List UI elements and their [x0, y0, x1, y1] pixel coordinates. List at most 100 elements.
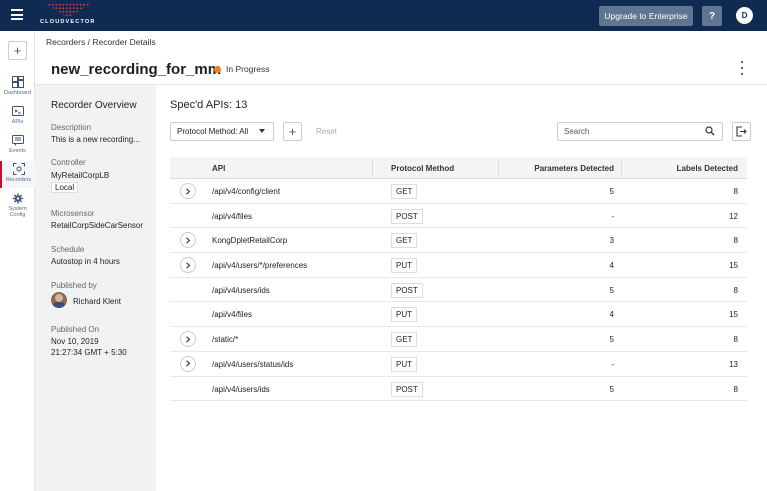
parameters-detected-cell: 5 — [609, 187, 614, 196]
api-path-cell[interactable]: /api/v4/users/ids — [212, 286, 270, 295]
chevron-right-icon — [186, 237, 191, 244]
protocol-method-badge: GET — [391, 233, 418, 249]
chevron-right-icon — [186, 336, 191, 343]
nav-label-system-config: System Config — [8, 206, 27, 218]
table-row[interactable]: /api/v4/users/ids POST 5 8 — [170, 377, 747, 402]
breadcrumb-recorders-link[interactable]: Recorders — [46, 37, 85, 47]
published-on-label: Published On — [51, 325, 100, 334]
export-icon — [736, 126, 747, 137]
labels-detected-cell: 8 — [733, 236, 738, 246]
description-label: Description — [51, 123, 92, 132]
api-path-cell[interactable]: KongDpletRetailCorp — [212, 236, 287, 245]
upgrade-to-enterprise-button[interactable]: Upgrade to Enterprise — [599, 6, 693, 26]
published-on-date: Nov 10, 2019 — [51, 337, 99, 346]
apis-table: API Protocol Method Parameters Detected … — [170, 157, 747, 402]
table-row[interactable]: /static/* GET 5 8 — [170, 327, 747, 352]
protocol-method-filter[interactable]: Protocol Method: All — [170, 122, 274, 141]
status-indicator: In Progress — [214, 64, 269, 74]
table-row[interactable]: KongDpletRetailCorp GET 3 8 — [170, 228, 747, 254]
protocol-method-badge: GET — [391, 332, 418, 348]
add-filter-button[interactable]: + — [283, 122, 302, 141]
column-divider — [621, 160, 622, 176]
reset-button[interactable]: Reset — [316, 127, 337, 136]
column-header-api[interactable]: API — [212, 164, 225, 173]
api-path-cell[interactable]: /api/v4/users/*/preferences — [212, 261, 307, 270]
nav-item-recorders[interactable]: Recorders — [0, 161, 35, 188]
table-row[interactable]: /api/v4/config/client GET 5 8 — [170, 179, 747, 204]
microsensor-value: RetailCorpSideCarSensor — [51, 221, 144, 230]
protocol-method-badge: GET — [391, 184, 418, 199]
protocol-method-badge: POST — [391, 282, 423, 298]
hamburger-menu-icon[interactable] — [11, 9, 23, 21]
parameters-detected-cell: 3 — [609, 236, 614, 246]
cloudvector-logo[interactable]: CLOUDVECTOR — [40, 2, 96, 28]
nav-item-events[interactable]: Events — [0, 132, 35, 159]
table-row[interactable]: /api/v4/files POST - 12 — [170, 204, 747, 229]
page-title: new_recording_for_mm — [51, 61, 222, 78]
logo-text: CLOUDVECTOR — [40, 19, 96, 25]
parameters-detected-cell: - — [611, 211, 614, 221]
api-path-cell[interactable]: /api/v4/files — [212, 310, 252, 319]
breadcrumb-separator: / — [87, 37, 90, 47]
expand-row-button[interactable] — [180, 331, 196, 348]
search-input[interactable] — [557, 122, 723, 141]
table-body: /api/v4/config/client GET 5 8/api/v4/files P… — [170, 179, 747, 402]
publisher-avatar — [51, 292, 67, 308]
top-bar: CLOUDVECTOR Upgrade to Enterprise ? D — [0, 0, 767, 31]
status-text: In Progress — [226, 64, 270, 74]
recorder-overview-panel: Recorder Overview Description This is a … — [35, 85, 156, 491]
table-row[interactable]: /api/v4/files PUT 4 15 — [170, 302, 747, 328]
user-avatar[interactable]: D — [736, 7, 753, 24]
parameters-detected-cell: 4 — [609, 310, 614, 320]
nav-item-apis[interactable]: APIs — [0, 103, 35, 130]
help-button[interactable]: ? — [702, 6, 722, 26]
export-button[interactable] — [732, 122, 751, 141]
protocol-method-badge: POST — [391, 208, 423, 224]
labels-detected-cell: 8 — [733, 384, 738, 394]
gear-icon — [12, 193, 23, 204]
description-value: This is a new recording... — [51, 135, 140, 144]
nav-item-dashboard[interactable]: Dashboard — [0, 74, 35, 101]
expand-row-button[interactable] — [180, 183, 196, 199]
parameters-detected-cell: 5 — [609, 384, 614, 394]
expand-row-button[interactable] — [180, 232, 196, 249]
labels-detected-cell: 12 — [729, 211, 738, 221]
table-row[interactable]: /api/v4/users/ids POST 5 8 — [170, 278, 747, 303]
table-row[interactable]: /api/v4/users/status/ids PUT - 13 — [170, 352, 747, 377]
api-path-cell[interactable]: /api/v4/users/status/ids — [212, 360, 293, 369]
nav-label-events: Events — [9, 148, 26, 154]
column-header-labels-detected[interactable]: Labels Detected — [677, 164, 738, 173]
column-header-protocol-method[interactable]: Protocol Method — [391, 164, 454, 173]
breadcrumb: Recorders / Recorder Details — [46, 37, 156, 47]
api-path-cell[interactable]: /api/v4/config/client — [212, 187, 280, 196]
labels-detected-cell: 13 — [729, 359, 738, 369]
labels-detected-cell: 8 — [733, 187, 738, 196]
protocol-method-badge: PUT — [391, 307, 417, 323]
schedule-value: Autostop in 4 hours — [51, 257, 120, 266]
table-header: API Protocol Method Parameters Detected … — [170, 157, 747, 179]
api-path-cell[interactable]: /static/* — [212, 335, 238, 344]
add-button[interactable]: + — [8, 41, 27, 60]
api-path-cell[interactable]: /api/v4/files — [212, 212, 252, 221]
chevron-right-icon — [186, 360, 191, 367]
table-row[interactable]: /api/v4/users/*/preferences PUT 4 15 — [170, 253, 747, 278]
protocol-method-badge: POST — [391, 381, 423, 397]
controller-tag: Local — [51, 182, 79, 193]
nav-label-apis: APIs — [11, 119, 24, 125]
search-icon[interactable] — [705, 126, 715, 136]
column-header-parameters-detected[interactable]: Parameters Detected — [534, 164, 614, 173]
parameters-detected-cell: 5 — [609, 335, 614, 345]
chevron-right-icon — [186, 187, 191, 195]
parameters-detected-cell: - — [611, 359, 614, 369]
nav-label-recorders: Recorders — [5, 177, 32, 183]
parameters-detected-cell: 5 — [609, 285, 614, 295]
column-divider — [498, 160, 499, 176]
status-dot-icon — [214, 65, 221, 73]
more-options-icon[interactable] — [737, 61, 747, 75]
caret-down-icon — [259, 129, 265, 133]
logo-mark — [44, 3, 92, 18]
nav-item-system-config[interactable]: System Config — [0, 191, 35, 218]
api-path-cell[interactable]: /api/v4/users/ids — [212, 385, 270, 394]
expand-row-button[interactable] — [180, 257, 196, 274]
expand-row-button[interactable] — [180, 355, 196, 372]
